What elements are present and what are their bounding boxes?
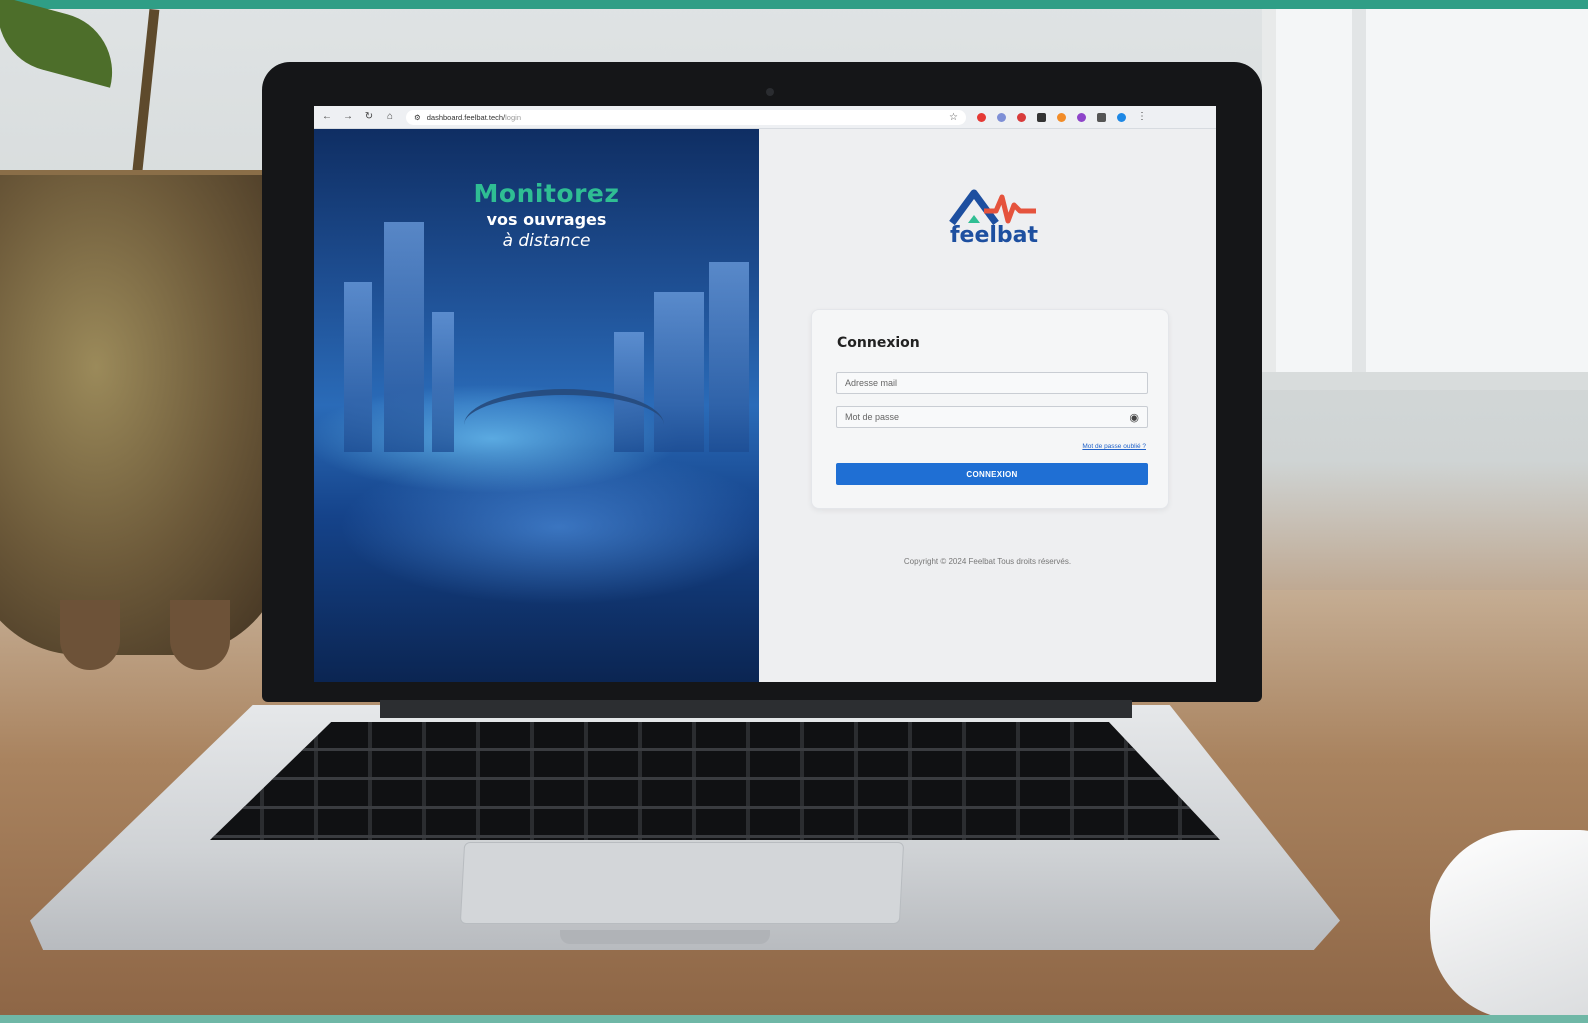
bookmark-star-icon[interactable]: ☆ (949, 112, 958, 123)
plant-pot (0, 175, 285, 655)
laptop-trackpad (459, 842, 905, 924)
hero-subtitle: vos ouvrages (486, 210, 607, 229)
hero-subtitle-italic: à distance (502, 231, 591, 251)
address-bar[interactable]: ⚙ dashboard.feelbat.tech/login ☆ (406, 109, 966, 125)
keyboard-rows (210, 722, 1220, 840)
pot-foot (170, 600, 230, 670)
extension-icon[interactable] (1057, 112, 1066, 122)
webcam (766, 88, 774, 96)
password-field[interactable]: Mot de passe ◉ (836, 406, 1148, 428)
city-tower (384, 222, 424, 452)
forward-icon[interactable]: → (343, 112, 353, 122)
reload-icon[interactable]: ↻ (364, 112, 374, 122)
back-icon[interactable]: ← (322, 112, 332, 122)
extensions-puzzle-icon[interactable] (1097, 112, 1106, 122)
menu-icon[interactable]: ⋮ (1137, 112, 1147, 122)
show-password-eye-icon[interactable]: ◉ (1129, 411, 1139, 424)
site-info-icon[interactable]: ⚙ (414, 113, 421, 122)
copyright-text: Copyright © 2024 Feelbat Tous droits rés… (903, 557, 1072, 566)
browser-toolbar: ← → ↻ ⌂ ⚙ dashboard.feelbat.tech/login ☆… (314, 106, 1216, 129)
city-tower (432, 312, 454, 452)
email-field[interactable]: Adresse mail (836, 372, 1148, 394)
home-icon[interactable]: ⌂ (385, 112, 395, 122)
login-card: Connexion Adresse mail Mot de passe ◉ Mo… (811, 309, 1169, 509)
plant-stem (130, 8, 160, 190)
laptop-hinge (380, 700, 1132, 718)
email-placeholder: Adresse mail (845, 378, 898, 388)
city-tower (344, 282, 372, 452)
hero-title: Monitorez (473, 179, 620, 208)
window-divider (1352, 9, 1366, 379)
logo-mark-icon (949, 189, 1036, 226)
feelbat-logo: feelbat (944, 187, 1044, 253)
password-placeholder: Mot de passe (845, 412, 900, 422)
profile-avatar-icon[interactable] (1117, 112, 1126, 122)
laptop-notch (560, 930, 770, 944)
extension-icon[interactable] (1077, 112, 1086, 122)
url-text: dashboard.feelbat.tech/login (426, 112, 521, 122)
top-accent-stripe (0, 0, 1588, 9)
extension-icon[interactable] (977, 112, 986, 122)
computer-mouse (1430, 830, 1588, 1020)
login-panel: feelbat + Connexion Adresse mail Mot de … (759, 129, 1216, 682)
login-title: Connexion (837, 335, 920, 351)
extension-icon[interactable] (997, 112, 1006, 122)
extension-icon[interactable] (1017, 112, 1026, 122)
login-button[interactable]: CONNEXION (836, 463, 1148, 485)
brand-name: feelbat (949, 223, 1039, 248)
hero-panel: Monitorez vos ouvrages à distance (314, 129, 759, 682)
forgot-password-link[interactable]: Mot de passe oublié ? (1082, 443, 1146, 450)
window-sill (1262, 372, 1588, 390)
laptop-screen: ← → ↻ ⌂ ⚙ dashboard.feelbat.tech/login ☆… (314, 106, 1216, 682)
city-tower (709, 262, 749, 452)
background-window (1262, 9, 1588, 389)
city-tower (614, 332, 644, 452)
plant-leaf (0, 0, 126, 88)
bottom-accent-stripe (0, 1015, 1588, 1023)
hero-tagline: Monitorez vos ouvrages à distance (314, 179, 779, 251)
pot-foot (60, 600, 120, 670)
city-tower (654, 292, 704, 452)
extension-icon[interactable] (1037, 112, 1046, 122)
